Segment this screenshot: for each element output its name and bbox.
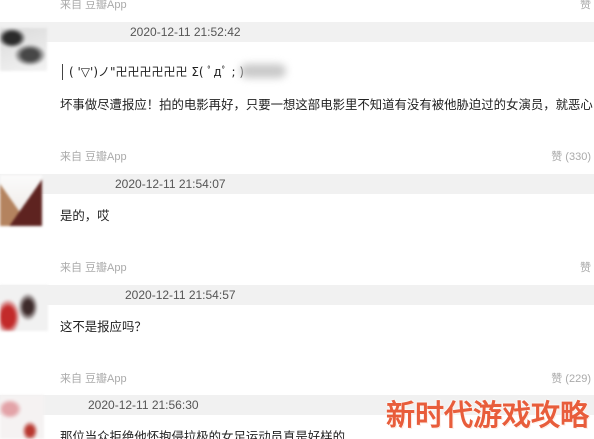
comment-header-bar: 2020-12-11 21:54:57 bbox=[0, 285, 594, 305]
comment-datetime: 2020-12-11 21:54:07 bbox=[115, 177, 226, 191]
comment-source: 来自 豆瓣App bbox=[60, 373, 127, 385]
comment-text: 坏事做尽遭报应！拍的电影再好，只要一想这部电影里不知道有没有被他胁迫过的女演员，… bbox=[60, 98, 593, 112]
comment-emoticon-line: ( '▽')ノ"卍卍卍卍卍卍 Σ( ﾟдﾟ ; ) bbox=[62, 64, 244, 80]
like-button[interactable]: 赞 bbox=[580, 262, 591, 275]
comment-source: 来自 豆瓣App bbox=[60, 262, 127, 274]
comment-header-bar: 2020-12-11 21:52:42 bbox=[0, 22, 594, 42]
like-button[interactable]: 赞 bbox=[580, 0, 591, 12]
comment-header-bar: 2020-12-11 21:54:07 bbox=[0, 174, 594, 194]
comment-datetime: 2020-12-11 21:52:42 bbox=[130, 25, 241, 39]
like-button[interactable]: 赞 (330) bbox=[551, 151, 591, 164]
avatar[interactable] bbox=[0, 175, 42, 226]
avatar[interactable] bbox=[0, 285, 48, 331]
comment-datetime: 2020-12-11 21:56:30 bbox=[88, 398, 199, 412]
comment-source: 来自 豆瓣App bbox=[60, 151, 127, 163]
like-button[interactable]: 赞 (229) bbox=[551, 373, 591, 386]
avatar[interactable] bbox=[0, 395, 44, 439]
comment-feed: 来自 豆瓣App 赞 2020-12-11 21:52:42 ( '▽')ノ"卍… bbox=[0, 0, 594, 439]
comment-text: 这不是报应吗？ bbox=[60, 320, 147, 334]
comment-source: 来自 豆瓣App bbox=[60, 0, 127, 11]
blurred-region bbox=[240, 64, 286, 78]
watermark-text: 新时代游戏攻略 bbox=[386, 398, 590, 432]
comment-text: 是的，哎 bbox=[60, 209, 110, 223]
avatar[interactable] bbox=[0, 28, 47, 71]
comment-datetime: 2020-12-11 21:54:57 bbox=[125, 288, 236, 302]
